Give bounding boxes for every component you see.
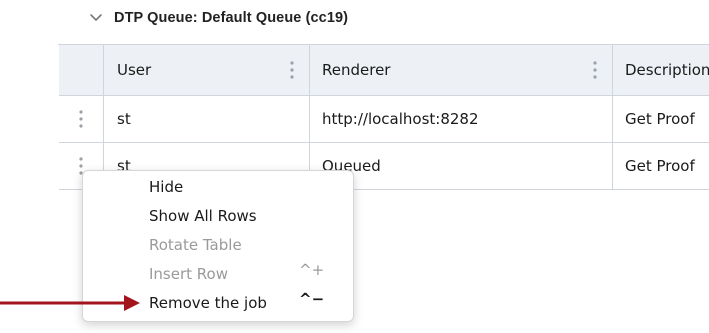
header-corner-cell <box>59 45 104 95</box>
chevron-down-icon[interactable] <box>88 10 104 26</box>
cell-text: Get Proof <box>625 110 695 128</box>
cell-text: Get Proof <box>625 157 695 175</box>
column-header-label: Description <box>625 61 709 79</box>
column-header-user[interactable]: User <box>104 45 310 95</box>
section-header[interactable]: DTP Queue: Default Queue (cc19) <box>88 8 348 28</box>
column-header-renderer[interactable]: Renderer <box>310 45 613 95</box>
column-header-label: Renderer <box>322 61 391 79</box>
table-header-row: User Renderer Description <box>59 45 709 96</box>
cell-user[interactable]: st <box>104 96 310 142</box>
cell-description[interactable]: Get Proof <box>613 96 709 142</box>
column-menu-kebab-icon[interactable] <box>289 59 295 81</box>
cell-renderer[interactable]: Queued <box>310 143 613 189</box>
arrow-right-icon <box>0 295 140 311</box>
menu-item-show-all-rows[interactable]: Show All Rows <box>149 207 257 225</box>
cell-description[interactable]: Get Proof <box>613 143 709 189</box>
row-menu-cell[interactable] <box>59 96 104 142</box>
cell-renderer[interactable]: http://localhost:8282 <box>310 96 613 142</box>
section-title: DTP Queue: Default Queue (cc19) <box>114 10 349 26</box>
column-header-label: User <box>117 61 152 79</box>
menu-item-hide[interactable]: Hide <box>149 178 183 196</box>
cell-text: http://localhost:8282 <box>322 110 479 128</box>
queue-table: User Renderer Description st http://loca… <box>58 44 709 190</box>
kebab-icon[interactable] <box>78 108 84 130</box>
remove-job-shortcut: ^− <box>299 290 325 308</box>
cell-text: st <box>117 110 131 128</box>
column-menu-kebab-icon[interactable] <box>592 59 598 81</box>
insert-row-shortcut: ^+ <box>299 261 325 279</box>
menu-item-insert-row: Insert Row <box>149 265 228 283</box>
menu-item-rotate-table: Rotate Table <box>149 236 242 254</box>
menu-item-remove-the-job[interactable]: Remove the job <box>149 294 267 312</box>
column-header-description[interactable]: Description <box>613 45 709 95</box>
table-row[interactable]: st http://localhost:8282 Get Proof <box>59 96 709 143</box>
